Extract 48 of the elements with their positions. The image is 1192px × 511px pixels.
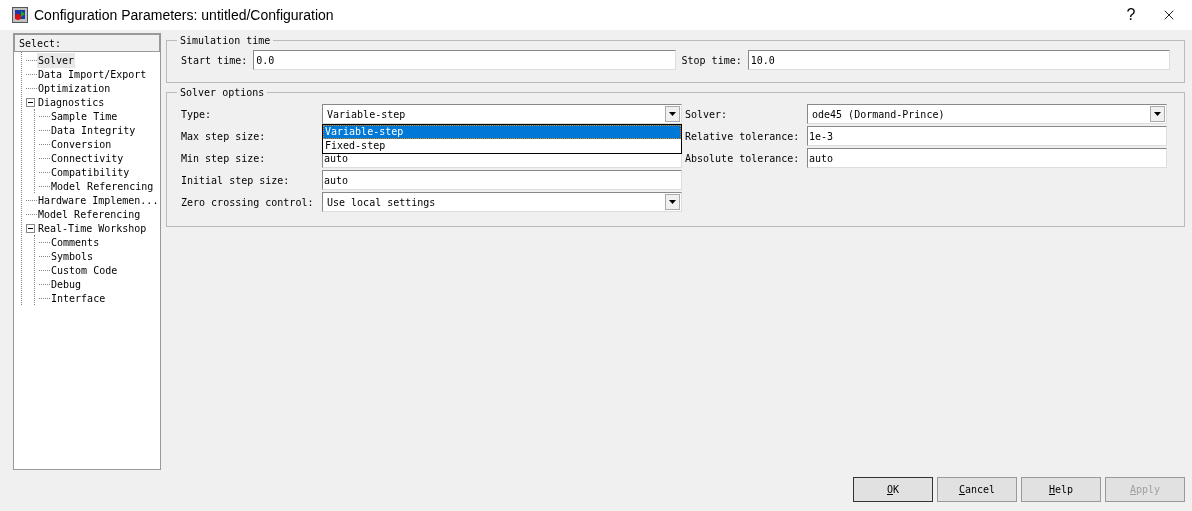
tree-item[interactable]: Conversion: [50, 136, 113, 152]
window-title: Configuration Parameters: untitled/Configuration: [34, 5, 334, 25]
tree-item[interactable]: Compatibility: [50, 164, 131, 180]
field-label: Type:: [181, 107, 213, 122]
input-field[interactable]: auto: [322, 170, 682, 190]
tree-item[interactable]: Interface: [50, 290, 107, 306]
field-label: Stop time:: [681, 53, 742, 68]
tree-item[interactable]: Connectivity: [50, 150, 125, 166]
collapse-icon[interactable]: [26, 97, 35, 107]
dropdown-option[interactable]: Variable-step: [323, 125, 681, 139]
tree-item[interactable]: Model Referencing: [37, 206, 142, 222]
tree-header: Select:: [14, 34, 160, 52]
dropdown[interactable]: Variable-step: [322, 104, 682, 124]
tree-item[interactable]: Comments: [50, 234, 101, 250]
input-field[interactable]: auto: [807, 148, 1167, 168]
field-label: Start time:: [181, 53, 248, 68]
tree-item[interactable]: Optimization: [37, 80, 112, 96]
tree-item[interactable]: Custom Code: [50, 262, 119, 278]
field-label: Min step size:: [181, 151, 267, 166]
app-icon: [12, 7, 28, 23]
dialog-button[interactable]: Help: [1021, 477, 1101, 502]
field-label: Max step size:: [181, 129, 267, 144]
collapse-icon[interactable]: [26, 223, 35, 233]
field-label: Solver:: [685, 107, 729, 122]
field-label: Relative tolerance:: [685, 129, 801, 144]
tree-item[interactable]: Hardware Implemen...: [37, 192, 160, 208]
field-label: Initial step size:: [181, 173, 291, 188]
dialog-button[interactable]: OK: [853, 477, 933, 502]
tree-item[interactable]: Symbols: [50, 248, 95, 264]
tree-item[interactable]: Real-Time Workshop: [37, 220, 148, 236]
field-label: Absolute tolerance:: [685, 151, 801, 166]
tree-item[interactable]: Data Integrity: [50, 122, 137, 138]
group-title: Solver options: [179, 86, 266, 100]
dropdown[interactable]: Use local settings: [322, 192, 682, 212]
input-field[interactable]: 10.0: [747, 50, 1170, 70]
tree-item[interactable]: Model Referencing: [50, 178, 155, 194]
group-title: Simulation time: [179, 34, 272, 48]
input-field[interactable]: 0.0: [253, 50, 676, 70]
field-label: Zero crossing control:: [181, 195, 315, 210]
help-button[interactable]: ?: [1116, 0, 1146, 30]
tree-item[interactable]: Debug: [50, 276, 83, 292]
tree-item[interactable]: Solver: [37, 52, 76, 68]
tree-item[interactable]: Data Import/Export: [37, 66, 148, 82]
tree-item[interactable]: Sample Time: [50, 108, 119, 124]
dropdown[interactable]: ode45 (Dormand-Prince): [807, 104, 1167, 124]
tree-item[interactable]: Diagnostics: [37, 94, 106, 110]
dialog-button[interactable]: Cancel: [937, 477, 1017, 502]
input-field[interactable]: 1e-3: [807, 126, 1167, 146]
